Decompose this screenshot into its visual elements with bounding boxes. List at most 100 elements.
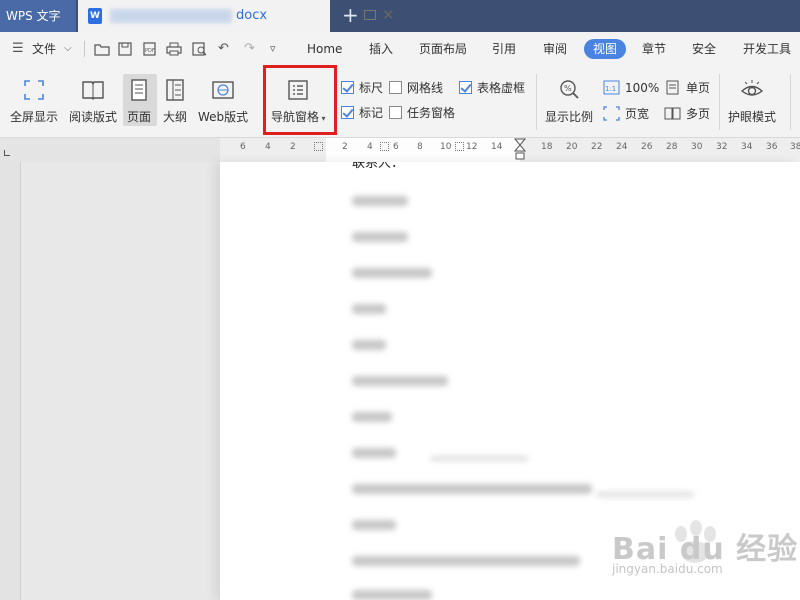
tab-security[interactable]: 安全 — [692, 32, 716, 66]
ruler-tick: 4 — [265, 142, 271, 152]
ruler-tick: 6 — [393, 142, 399, 152]
table-gridlines-checkbox[interactable]: 表格虚框 — [459, 80, 525, 96]
ruler-margin-marker[interactable] — [455, 142, 464, 151]
marks-checkbox[interactable]: 标记 — [341, 105, 383, 121]
page-view-label: 页面 — [127, 110, 152, 124]
gridlines-checkbox[interactable]: 网格线 — [389, 80, 443, 96]
zoom-label: 显示比例 — [545, 110, 594, 124]
multi-page-button[interactable]: 多页 — [664, 106, 710, 122]
table-gridlines-label: 表格虚框 — [477, 81, 526, 95]
multi-page-label: 多页 — [686, 107, 711, 121]
tab-developer[interactable]: 开发工具 — [743, 32, 791, 66]
outline-view-button[interactable]: 大纲 — [163, 78, 187, 125]
web-layout-icon — [212, 81, 234, 99]
customize-toolbar-icon[interactable]: ▿ — [270, 32, 276, 66]
web-layout-label: Web版式 — [198, 110, 249, 124]
tab-stop-selector[interactable] — [4, 150, 10, 156]
chevron-down-icon[interactable]: ⌵ — [64, 32, 72, 66]
tab-review[interactable]: 审阅 — [543, 32, 567, 66]
tab-view[interactable]: 视图 — [584, 39, 626, 59]
ruler-tick: 14 — [491, 142, 503, 152]
divider — [84, 41, 85, 57]
ruler-tick: 36 — [766, 142, 778, 152]
single-page-button[interactable]: 单页 — [664, 80, 710, 96]
open-folder-icon[interactable] — [94, 42, 110, 56]
ruler-tick: 4 — [367, 142, 373, 152]
indent-marker-icon[interactable] — [514, 138, 526, 162]
app-tab[interactable]: WPS 文字 — [0, 0, 76, 32]
watermark-url: jingyan.baidu.com — [612, 562, 723, 576]
page-icon — [131, 79, 147, 101]
task-pane-checkbox[interactable]: 任务窗格 — [389, 105, 455, 121]
divider — [790, 74, 791, 130]
tab-chapter[interactable]: 章节 — [642, 32, 666, 66]
blurred-text-line — [352, 484, 592, 494]
blurred-text-line — [352, 556, 580, 566]
page-view-button[interactable]: 页面 — [127, 78, 151, 125]
fullscreen-button[interactable]: 全屏显示 — [10, 78, 58, 125]
export-pdf-icon[interactable]: PDF — [142, 42, 158, 56]
zoom-magnifier-icon: % — [560, 80, 579, 99]
redo-icon[interactable]: ↷ — [244, 32, 255, 66]
ruler-tick: 24 — [616, 142, 628, 152]
ruler-checkbox[interactable]: 标尺 — [341, 80, 383, 96]
blurred-text-line — [352, 412, 392, 422]
tab-insert[interactable]: 插入 — [369, 32, 393, 66]
page-width-button[interactable]: 页宽 — [603, 106, 649, 122]
undo-icon[interactable]: ↶ — [218, 32, 229, 66]
checkbox-unchecked — [389, 106, 402, 119]
ruler-tick: 10 — [440, 142, 452, 152]
zoom-100-button[interactable]: 1:1 100% — [603, 80, 659, 96]
ruler-tick: 22 — [591, 142, 603, 152]
blurred-text-line — [352, 304, 386, 314]
blurred-text-line — [352, 376, 448, 386]
task-pane-label: 任务窗格 — [407, 106, 456, 120]
blurred-text-line — [352, 340, 386, 350]
blurred-text-line — [352, 590, 432, 600]
svg-text:PDF: PDF — [145, 48, 155, 54]
checkbox-checked — [459, 81, 472, 94]
multi-page-icon — [664, 107, 681, 120]
window-mode-icon[interactable] — [364, 10, 376, 20]
close-tab-icon[interactable]: ✕ — [382, 6, 395, 24]
ruler-tick: 8 — [417, 142, 423, 152]
eye-icon — [740, 80, 764, 96]
title-tab-bar: WPS 文字 W docx ✕ + — [0, 0, 800, 32]
blurred-underline — [596, 492, 694, 497]
zoom-100-label: 100% — [625, 81, 660, 95]
ruler-tick: 18 — [541, 142, 553, 152]
ruler-tick: 2 — [290, 142, 296, 152]
ruler-margin-marker[interactable] — [314, 142, 323, 151]
tab-references[interactable]: 引用 — [492, 32, 516, 66]
file-menu[interactable]: 文件 — [32, 32, 56, 66]
reading-layout-button[interactable]: 阅读版式 — [69, 78, 117, 125]
checkbox-unchecked — [389, 81, 402, 94]
tab-page-layout[interactable]: 页面布局 — [419, 32, 467, 66]
ribbon-view — [0, 66, 800, 138]
save-icon[interactable] — [118, 42, 132, 56]
zoom-100-icon: 1:1 — [603, 80, 620, 95]
new-tab-plus-icon[interactable]: + — [342, 3, 359, 27]
single-page-label: 单页 — [686, 81, 711, 95]
tab-home[interactable]: Home — [307, 32, 342, 66]
red-highlight-annotation — [263, 65, 337, 135]
blurred-text-line — [352, 448, 396, 458]
eye-mode-label: 护眼模式 — [728, 110, 777, 124]
hamburger-menu-icon[interactable]: ☰ — [12, 32, 24, 66]
blurred-text-line — [352, 196, 408, 206]
fullscreen-label: 全屏显示 — [10, 110, 59, 124]
eye-mode-button[interactable]: 护眼模式 — [728, 78, 776, 125]
reading-layout-label: 阅读版式 — [69, 110, 118, 124]
zoom-button[interactable]: % 显示比例 — [545, 78, 593, 125]
print-icon[interactable] — [166, 42, 182, 56]
word-doc-icon: W — [88, 8, 102, 24]
open-book-icon — [82, 81, 104, 100]
web-layout-button[interactable]: Web版式 — [198, 78, 248, 125]
horizontal-ruler[interactable]: 6 4 2 2 4 6 8 10 12 14 18 20 22 24 26 28… — [0, 138, 800, 162]
fullscreen-icon — [24, 80, 44, 100]
ruler-margin-marker[interactable] — [380, 142, 389, 151]
document-tab[interactable]: W docx ✕ — [78, 0, 395, 32]
blurred-text-line — [352, 268, 432, 278]
ruler-tick: 28 — [666, 142, 678, 152]
print-preview-icon[interactable] — [192, 42, 208, 56]
